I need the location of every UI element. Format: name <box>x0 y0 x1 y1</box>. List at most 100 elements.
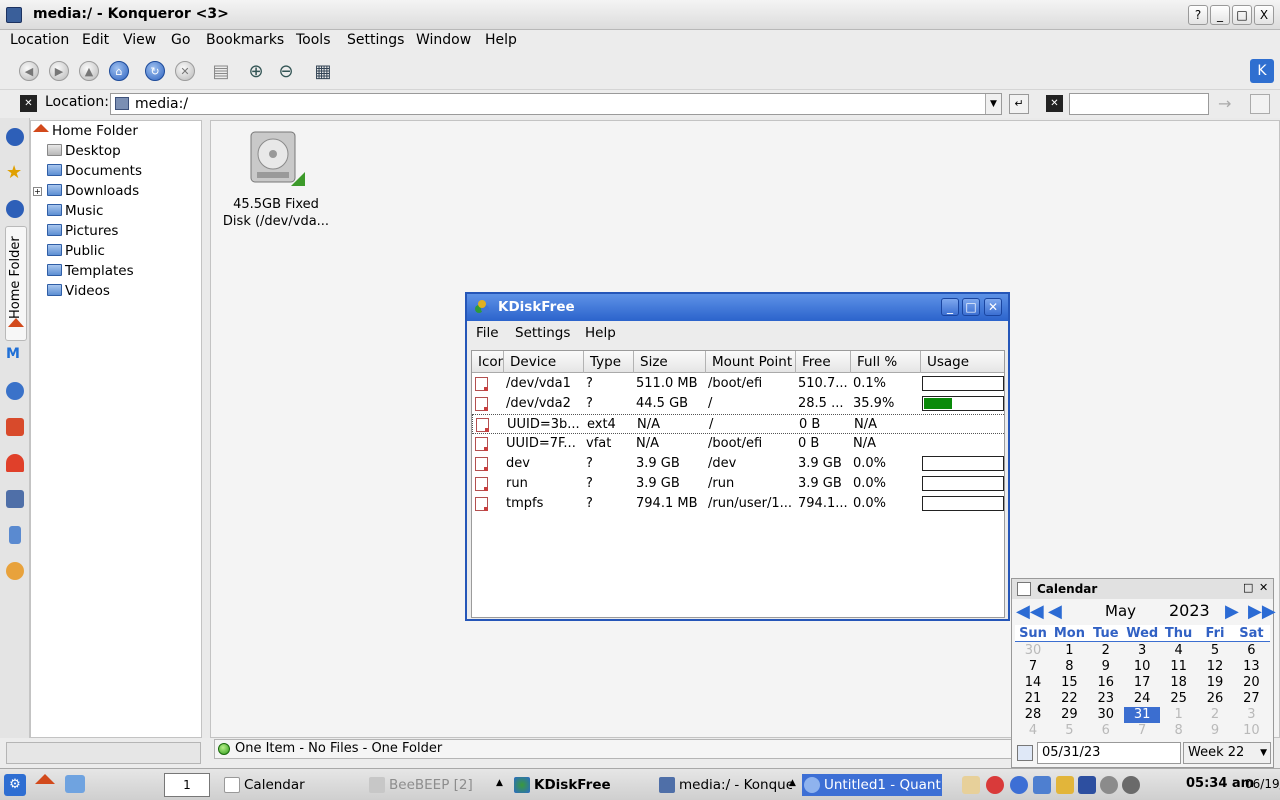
calendar-day[interactable]: 30 <box>1015 643 1051 659</box>
bookmarks-star-icon[interactable]: ★ <box>6 164 24 182</box>
kdiskfree-menu-help[interactable]: Help <box>585 325 616 341</box>
zoom-in-icon[interactable]: ⊕ <box>243 59 269 83</box>
calendar-month[interactable]: May <box>1105 602 1136 620</box>
compass-icon[interactable] <box>6 128 24 146</box>
kdiskfree-maximize-button[interactable]: □ <box>962 298 980 316</box>
calendar-day[interactable]: 4 <box>1015 723 1051 739</box>
hard-disk-icon[interactable] <box>249 130 305 188</box>
tree-item-templates[interactable]: Templates <box>47 263 134 279</box>
search-go-icon[interactable]: → <box>1218 94 1231 113</box>
menu-help[interactable]: Help <box>485 32 517 48</box>
tray-tools-icon[interactable] <box>1056 776 1074 794</box>
task-calendar[interactable]: Calendar <box>222 774 305 796</box>
col-free[interactable]: Free <box>796 351 851 373</box>
calendar-day[interactable]: 24 <box>1124 691 1160 707</box>
konqueror-window-icon[interactable] <box>6 7 22 23</box>
tree-item-desktop[interactable]: Desktop <box>47 143 121 159</box>
calendar-day[interactable]: 30 <box>1088 707 1124 723</box>
calendar-day[interactable]: 7 <box>1015 659 1051 675</box>
menu-bookmarks[interactable]: Bookmarks <box>206 32 284 48</box>
calendar-day[interactable]: 7 <box>1124 723 1160 739</box>
kdiskfree-close-button[interactable]: ✕ <box>984 298 1002 316</box>
menu-location[interactable]: Location <box>10 32 69 48</box>
menu-tools[interactable]: Tools <box>296 32 331 48</box>
calendar-day[interactable]: 29 <box>1051 707 1087 723</box>
pin-icon[interactable] <box>6 454 24 472</box>
calendar-day[interactable]: 26 <box>1197 691 1233 707</box>
calendar-day[interactable]: 1 <box>1161 707 1197 723</box>
calendar-day[interactable]: 16 <box>1088 675 1124 691</box>
clear-location-icon[interactable]: ✕ <box>20 95 37 112</box>
calendar-day[interactable]: 27 <box>1233 691 1269 707</box>
task-konqueror[interactable]: media:/ - Konque <box>657 774 792 796</box>
today-icon[interactable] <box>1017 745 1033 761</box>
tray-network-icon[interactable] <box>1100 776 1118 794</box>
calendar-day[interactable]: 5 <box>1051 723 1087 739</box>
next-year-icon[interactable]: ▶▶ <box>1248 601 1276 622</box>
next-month-icon[interactable]: ▶ <box>1225 601 1239 622</box>
calendar-day[interactable]: 10 <box>1233 723 1269 739</box>
disk-table[interactable]: Icon Device Type Size Mount Point Free F… <box>471 350 1005 618</box>
start-menu-icon[interactable]: ⚙ <box>4 774 26 796</box>
tree-item-home[interactable]: Home Folder <box>33 123 138 139</box>
task-group-arrow-icon[interactable]: ▲ <box>789 778 796 788</box>
maximize-button[interactable]: □ <box>1232 5 1252 25</box>
col-mount-point[interactable]: Mount Point <box>706 351 796 373</box>
menu-go[interactable]: Go <box>171 32 190 48</box>
back-icon[interactable]: ◀ <box>16 59 42 83</box>
calendar-day[interactable]: 8 <box>1161 723 1197 739</box>
col-usage[interactable]: Usage <box>921 351 1004 373</box>
calendar-year[interactable]: 2023 <box>1169 601 1210 620</box>
services-icon[interactable] <box>6 418 24 436</box>
tree-item-videos[interactable]: Videos <box>47 283 110 299</box>
task-quanta[interactable]: Untitled1 - Quant <box>802 774 942 796</box>
tray-monitor-icon[interactable] <box>1078 776 1096 794</box>
tray-info-icon[interactable] <box>1010 776 1028 794</box>
calendar-day[interactable]: 17 <box>1124 675 1160 691</box>
calendar-day[interactable]: 28 <box>1015 707 1051 723</box>
network-icon[interactable] <box>6 382 24 400</box>
clock-time[interactable]: 05:34 am <box>1186 776 1254 791</box>
prev-month-icon[interactable]: ◀ <box>1048 601 1062 622</box>
disk-row[interactable]: UUID=7F... vfat N/A/boot/efi 0 B N/A <box>472 434 1004 454</box>
calendar-day[interactable]: 25 <box>1161 691 1197 707</box>
disk-row[interactable]: /dev/vda1? 511.0 MB/boot/efi 510.7... 0.1% <box>472 374 1004 394</box>
menu-view[interactable]: View <box>123 32 156 48</box>
calendar-day[interactable]: 15 <box>1051 675 1087 691</box>
calendar-day[interactable]: 2 <box>1088 643 1124 659</box>
calendar-day[interactable]: 19 <box>1197 675 1233 691</box>
disk-row[interactable]: UUID=3b... ext4 N/A / 0 B N/A <box>472 414 1004 434</box>
tray-clipboard-icon[interactable] <box>962 776 980 794</box>
view-mode-icon[interactable]: ▦ <box>310 59 336 83</box>
window-titlebar[interactable]: media:/ - Konqueror <3> ? _ □ X <box>0 0 1280 30</box>
calendar-day[interactable]: 5 <box>1197 643 1233 659</box>
history-icon[interactable] <box>6 200 24 218</box>
calendar-day[interactable]: 12 <box>1197 659 1233 675</box>
help-button[interactable]: ? <box>1188 5 1208 25</box>
calendar-day[interactable]: 8 <box>1051 659 1087 675</box>
col-icon[interactable]: Icon <box>472 351 504 373</box>
home-icon[interactable]: ⌂ <box>106 59 132 83</box>
network-launcher-icon[interactable] <box>65 775 85 793</box>
menu-window[interactable]: Window <box>416 32 471 48</box>
task-group-arrow-icon[interactable]: ▲ <box>496 778 503 788</box>
kdiskfree-titlebar[interactable]: KDiskFree _ □ ✕ <box>467 294 1008 321</box>
expand-downloads-icon[interactable]: + <box>33 187 42 196</box>
calendar-day[interactable]: 22 <box>1051 691 1087 707</box>
calendar-day[interactable]: 3 <box>1124 643 1160 659</box>
search-input[interactable] <box>1069 93 1209 115</box>
calendar-day[interactable]: 11 <box>1161 659 1197 675</box>
calendar-day[interactable]: 13 <box>1233 659 1269 675</box>
calendar-close-button[interactable]: ✕ <box>1259 581 1268 594</box>
col-type[interactable]: Type <box>584 351 634 373</box>
tree-item-documents[interactable]: Documents <box>47 163 142 179</box>
tree-item-downloads[interactable]: Downloads <box>47 183 139 199</box>
location-input[interactable]: media:/ ▼ <box>110 93 1002 115</box>
kdiskfree-minimize-button[interactable]: _ <box>941 298 959 316</box>
tree-item-public[interactable]: Public <box>47 243 105 259</box>
disk-row[interactable]: dev? 3.9 GB/dev 3.9 GB 0.0% <box>472 454 1004 474</box>
menu-edit[interactable]: Edit <box>82 32 109 48</box>
tray-bug-icon[interactable] <box>1122 776 1140 794</box>
home-launcher-icon[interactable] <box>35 774 55 784</box>
stop-icon[interactable]: ✕ <box>172 59 198 83</box>
